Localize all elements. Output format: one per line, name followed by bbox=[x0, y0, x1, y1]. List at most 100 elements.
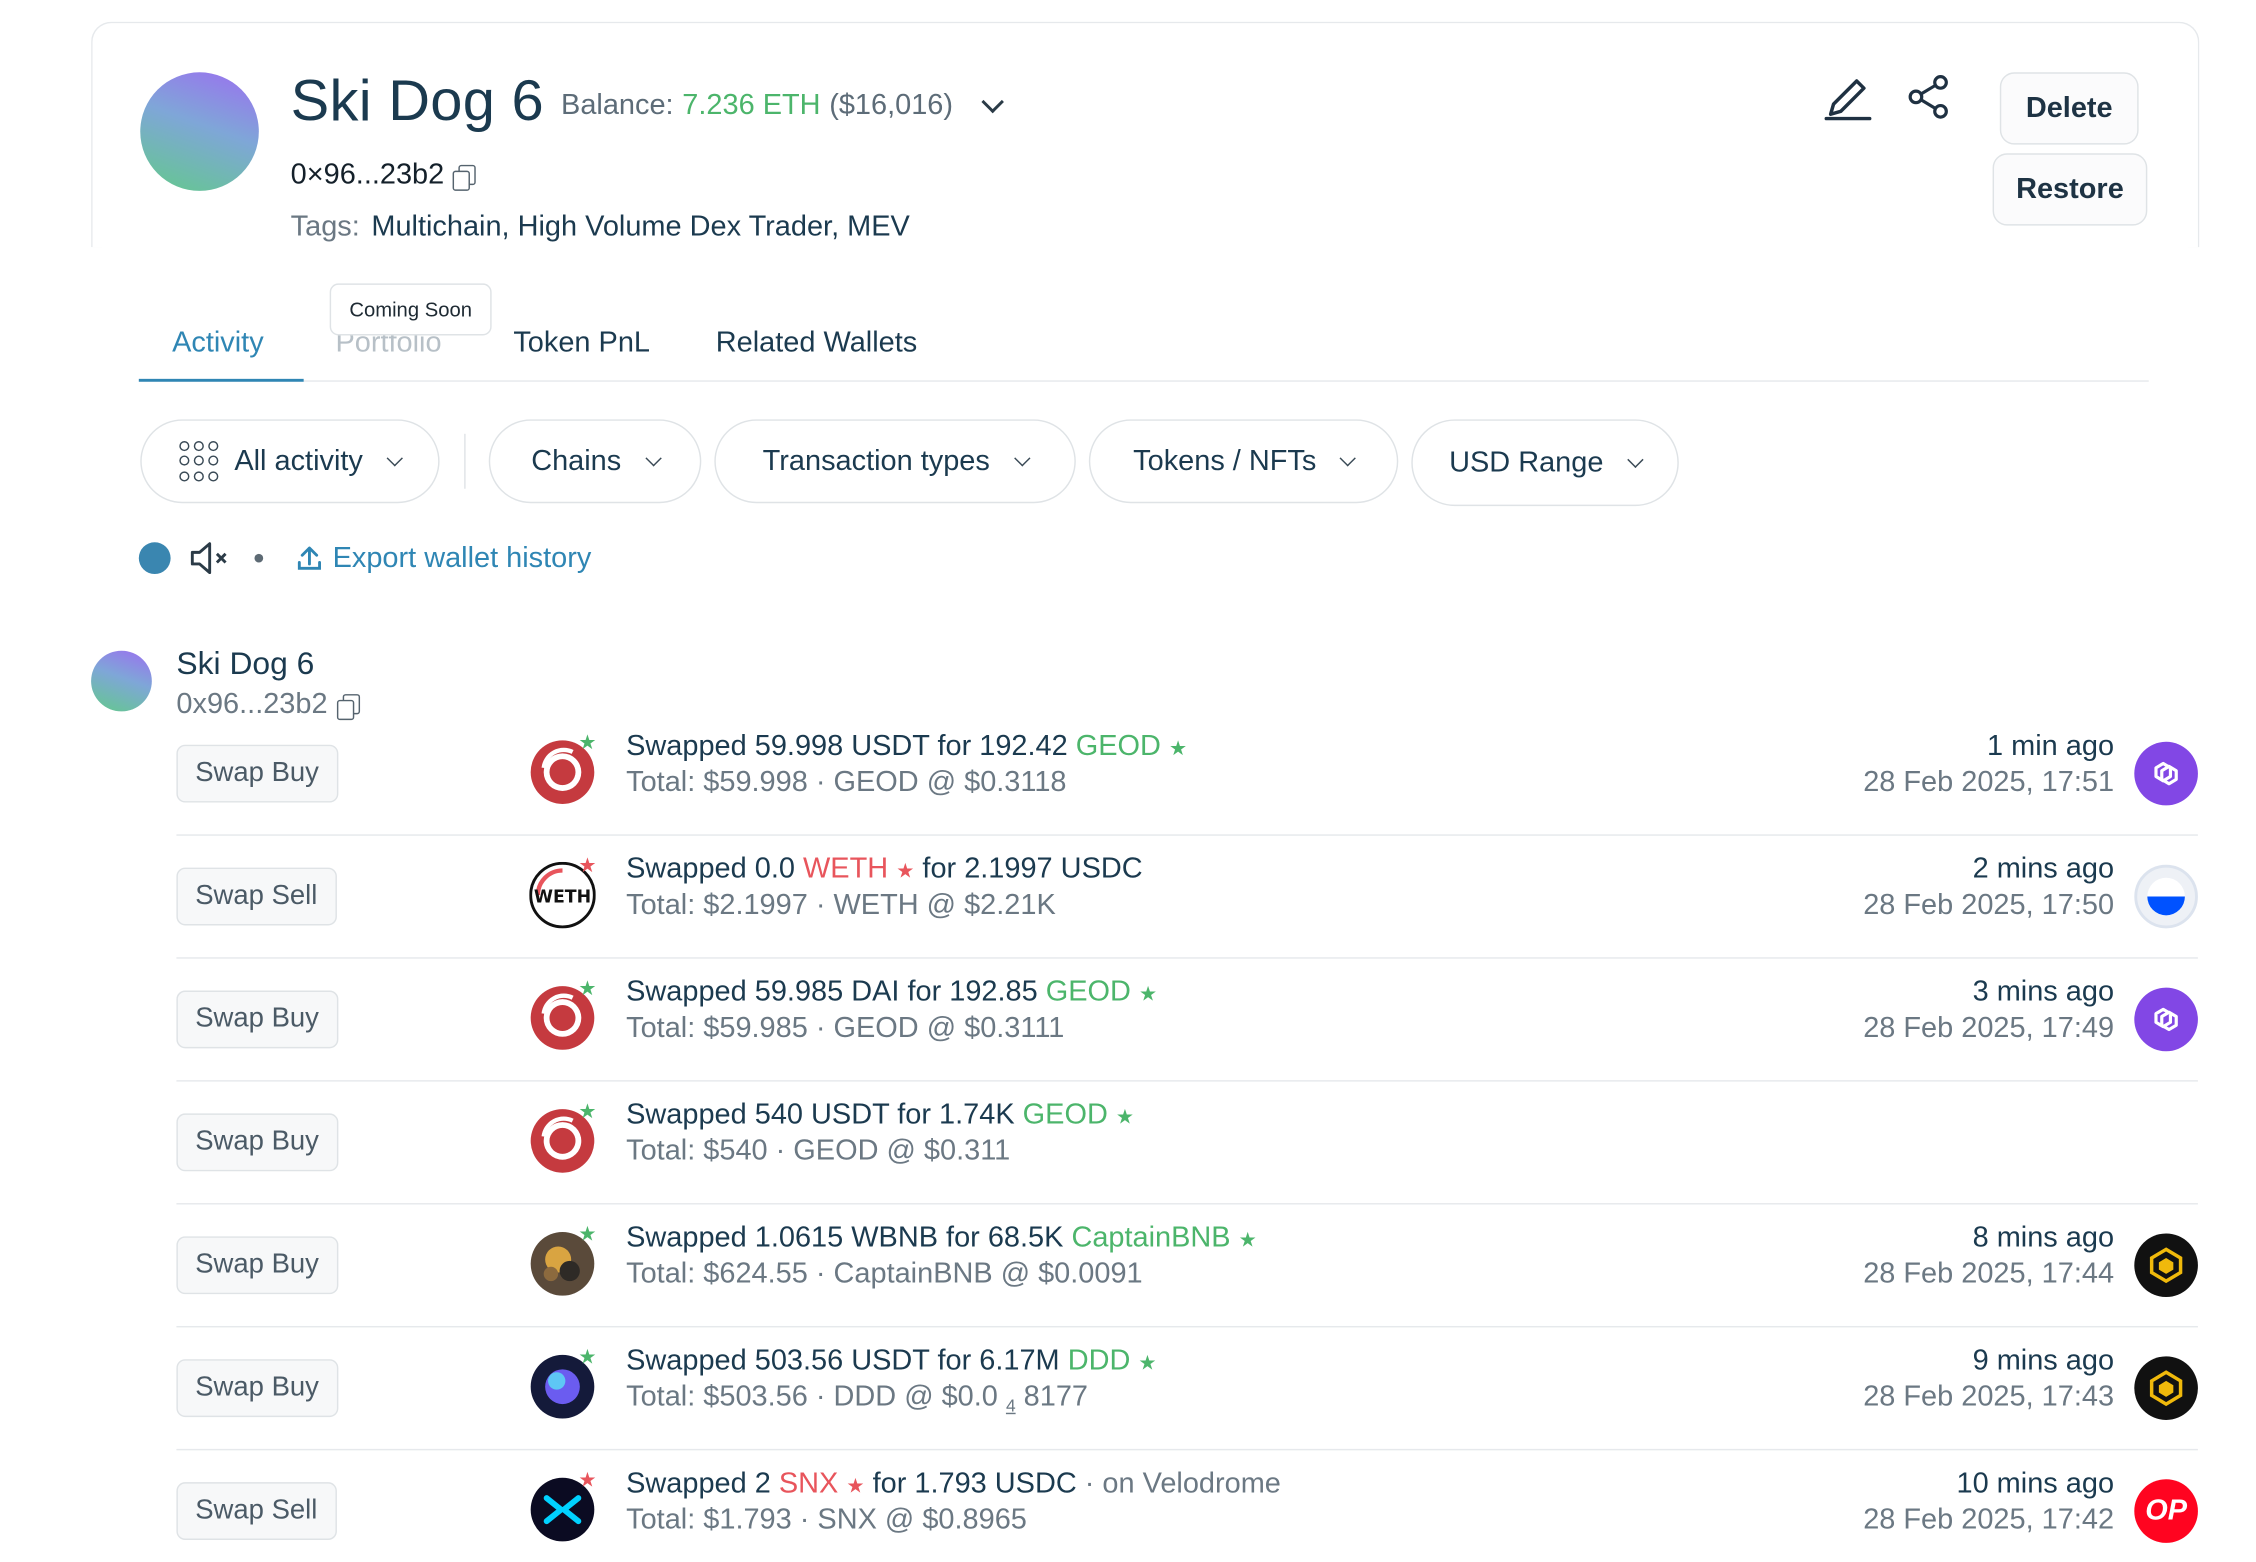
verified-star-icon: ★ bbox=[578, 730, 597, 754]
transaction-row[interactable]: Swap Buy ★ Swapped 503.56 USDT for 6.17M… bbox=[176, 1327, 2198, 1451]
tx-time-ago: 3 mins ago bbox=[1972, 976, 2115, 1008]
restore-button[interactable]: Restore bbox=[1992, 153, 2148, 226]
verified-star-icon: ★ bbox=[578, 976, 597, 1000]
grid-icon bbox=[179, 441, 219, 482]
separator-dot bbox=[254, 553, 264, 563]
tx-description: Swapped 59.985 DAI for 192.85 GEOD ★ bbox=[626, 976, 1158, 1008]
chevron-down-icon[interactable] bbox=[981, 90, 1005, 114]
bnb-chain-icon[interactable] bbox=[2134, 1233, 2198, 1298]
upload-icon bbox=[297, 546, 322, 570]
svg-text:WETH: WETH bbox=[534, 887, 591, 907]
chevron-down-icon bbox=[1627, 450, 1644, 468]
all-activity-filter[interactable]: All activity bbox=[140, 419, 440, 504]
tab-activity[interactable]: Activity bbox=[172, 327, 264, 360]
tx-type-badge: Swap Sell bbox=[176, 867, 337, 926]
export-label: Export wallet history bbox=[332, 541, 592, 574]
tx-date: 28 Feb 2025, 17:51 bbox=[1863, 766, 2115, 799]
chains-label: Chains bbox=[531, 444, 622, 477]
tx-description: Swapped 1.0615 WBNB for 68.5K CaptainBNB… bbox=[626, 1221, 1257, 1254]
wallet-address: 0×96...23b2 bbox=[290, 159, 477, 192]
coming-soon-tooltip: Coming Soon bbox=[329, 283, 492, 336]
page-root: Ski Dog 6 Balance: 7.236 ETH ($16,016) 0… bbox=[0, 0, 2256, 1562]
transaction-types-filter[interactable]: Transaction types bbox=[714, 419, 1076, 504]
tx-type-badge: Swap Buy bbox=[176, 1113, 338, 1172]
star-icon: ★ bbox=[578, 1467, 597, 1491]
bnb-chain-icon[interactable] bbox=[2134, 1356, 2198, 1420]
active-tab-indicator bbox=[138, 378, 304, 382]
usd-range-filter[interactable]: USD Range bbox=[1411, 419, 1679, 507]
token-link[interactable]: CaptainBNB bbox=[1071, 1222, 1230, 1254]
tx-total: Total: $2.1997 · WETH @ $2.21K bbox=[626, 889, 1056, 922]
token-link[interactable]: GEOD bbox=[1076, 730, 1161, 762]
edit-icon[interactable] bbox=[1821, 69, 1876, 124]
tab-related-wallets[interactable]: Related Wallets bbox=[716, 327, 917, 360]
tx-venue: · on Velodrome bbox=[1076, 1467, 1281, 1500]
tx-type-badge: Swap Buy bbox=[176, 744, 338, 803]
tx-date: 28 Feb 2025, 17:44 bbox=[1863, 1258, 2115, 1290]
tags-value: Multichain, High Volume Dex Trader, MEV bbox=[371, 211, 910, 243]
polygon-chain-icon[interactable] bbox=[2134, 741, 2198, 806]
chevron-down-icon bbox=[644, 449, 662, 466]
tab-bar: Activity Portfolio Token PnL Related Wal… bbox=[138, 283, 2149, 382]
tx-total: Total: $59.998 · GEOD @ $0.3118 bbox=[626, 766, 1067, 799]
speaker-muted-icon[interactable] bbox=[188, 539, 231, 577]
tx-total: Total: $540 · GEOD @ $0.311 bbox=[626, 1135, 1011, 1167]
all-activity-label: All activity bbox=[234, 444, 363, 477]
tags-label: Tags: bbox=[290, 211, 360, 243]
chevron-down-icon bbox=[1339, 449, 1357, 466]
tx-description: Swapped 0.0 WETH ★ for 2.1997 USDC bbox=[626, 853, 1143, 885]
tx-description: Swapped 503.56 USDT for 6.17M DDD ★ bbox=[626, 1344, 1157, 1377]
token-link[interactable]: SNX bbox=[779, 1468, 838, 1500]
verified-star-icon: ★ bbox=[578, 1098, 597, 1123]
wallet-address-text: 0×96...23b2 bbox=[290, 159, 445, 191]
tx-date: 28 Feb 2025, 17:49 bbox=[1863, 1012, 2115, 1045]
wallet-avatar bbox=[140, 72, 259, 191]
balance-usd: ($16,016) bbox=[829, 89, 954, 122]
tx-type-badge: Swap Sell bbox=[176, 1482, 337, 1540]
tx-time-ago: 10 mins ago bbox=[1956, 1467, 2115, 1500]
polygon-chain-icon[interactable] bbox=[2134, 987, 2198, 1052]
usd-range-label: USD Range bbox=[1449, 446, 1604, 478]
optimism-chain-icon[interactable]: OP bbox=[2134, 1479, 2198, 1543]
tx-time-ago: 1 min ago bbox=[1987, 730, 2115, 763]
share-icon[interactable] bbox=[1904, 72, 1953, 121]
tokens-nfts-label: Tokens / NFTs bbox=[1133, 444, 1317, 477]
token-link[interactable]: WETH bbox=[803, 853, 888, 885]
balance-dropdown[interactable]: Balance: 7.236 ETH ($16,016) bbox=[561, 89, 1005, 123]
delete-button[interactable]: Delete bbox=[1999, 72, 2139, 145]
token-link[interactable]: GEOD bbox=[1023, 1099, 1108, 1131]
tx-date: 28 Feb 2025, 17:42 bbox=[1863, 1503, 2115, 1536]
feed-wallet-name[interactable]: Ski Dog 6 bbox=[176, 645, 314, 683]
tokens-nfts-filter[interactable]: Tokens / NFTs bbox=[1088, 419, 1399, 504]
tx-type-badge: Swap Buy bbox=[176, 990, 338, 1049]
balance-label: Balance: bbox=[561, 89, 674, 122]
token-link[interactable]: GEOD bbox=[1046, 976, 1131, 1008]
transaction-row[interactable]: Swap Sell WETH ★ Swapped 0.0 WETH ★ for … bbox=[176, 836, 2198, 959]
tx-time-ago: 2 mins ago bbox=[1972, 853, 2115, 885]
live-indicator-icon[interactable] bbox=[138, 542, 171, 575]
tx-time-ago: 8 mins ago bbox=[1972, 1221, 2115, 1254]
tx-date: 28 Feb 2025, 17:43 bbox=[1863, 1380, 2115, 1413]
transaction-row[interactable]: Swap Buy ★ Swapped 59.985 DAI for 192.85… bbox=[176, 959, 2198, 1082]
verified-star-icon: ★ bbox=[578, 1221, 597, 1246]
transaction-row[interactable]: Swap Buy ★ Swapped 1.0615 WBNB for 68.5K… bbox=[176, 1205, 2198, 1328]
tx-description: Swapped 59.998 USDT for 192.42 GEOD ★ bbox=[626, 730, 1188, 763]
tab-token-pnl[interactable]: Token PnL bbox=[513, 327, 650, 360]
tx-description: Swapped 2 SNX ★ for 1.793 USDC · on Velo… bbox=[626, 1467, 1281, 1500]
token-link[interactable]: DDD bbox=[1068, 1345, 1131, 1377]
base-chain-icon[interactable] bbox=[2134, 864, 2198, 929]
balance-eth: 7.236 ETH bbox=[682, 89, 821, 122]
tx-type-badge: Swap Buy bbox=[176, 1236, 338, 1295]
transaction-row[interactable]: Swap Buy ★ Swapped 59.998 USDT for 192.4… bbox=[176, 713, 2198, 836]
wallet-name: Ski Dog 6 bbox=[290, 69, 545, 134]
tx-total: Total: $59.985 · GEOD @ $0.3111 bbox=[626, 1012, 1065, 1045]
transaction-row[interactable]: Swap Sell ★ Swapped 2 SNX ★ for 1.793 US… bbox=[176, 1450, 2198, 1562]
chains-filter[interactable]: Chains bbox=[488, 419, 702, 504]
avatar bbox=[91, 650, 152, 712]
export-wallet-history-link[interactable]: Export wallet history bbox=[295, 542, 591, 575]
tx-type-badge: Swap Buy bbox=[176, 1359, 338, 1418]
transaction-types-label: Transaction types bbox=[762, 444, 990, 477]
chevron-down-icon bbox=[1013, 449, 1030, 466]
transaction-row[interactable]: Swap Buy ★ Swapped 540 USDT for 1.74K GE… bbox=[176, 1082, 2198, 1205]
copy-icon[interactable] bbox=[452, 164, 477, 191]
